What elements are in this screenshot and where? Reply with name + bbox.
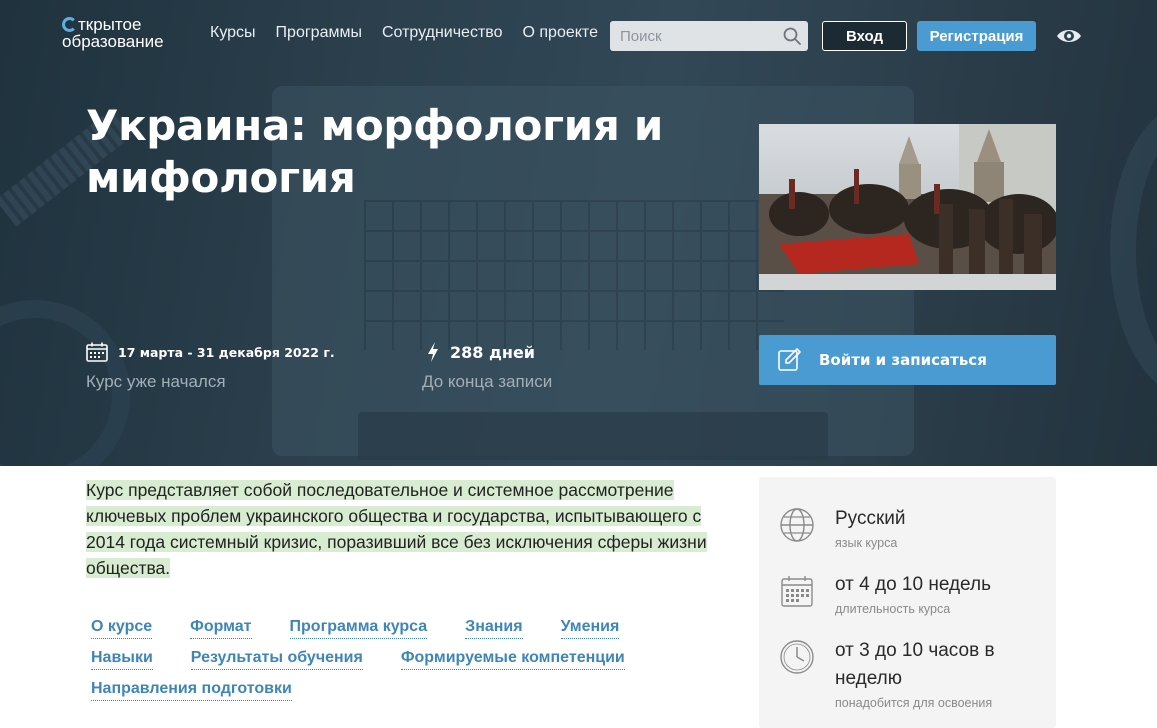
site-header: ткрытое образование Курсы Программы Сотр… <box>0 0 1157 70</box>
nav-cooperation[interactable]: Сотрудничество <box>382 24 503 42</box>
nav-courses[interactable]: Курсы <box>210 24 256 42</box>
effort-label: понадобится для освоения <box>835 696 993 710</box>
logo-line2: образование <box>62 32 164 51</box>
link-competencies[interactable]: Формируемые компетенции <box>400 649 625 670</box>
link-skills[interactable]: Навыки <box>91 649 153 670</box>
link-abilities[interactable]: Умения <box>560 618 620 639</box>
duration-value: от 4 до 10 недель <box>835 574 991 595</box>
days-left-value: 288 дней <box>450 342 536 362</box>
link-format[interactable]: Формат <box>190 618 252 639</box>
lightning-icon <box>428 342 438 362</box>
site-logo[interactable]: ткрытое образование <box>62 16 164 50</box>
course-description: Курс представляет собой последовательное… <box>86 477 736 581</box>
login-button[interactable]: Вход <box>822 21 907 51</box>
enroll-days-left: 288 дней <box>426 341 535 363</box>
search-icon[interactable] <box>782 26 802 46</box>
link-program[interactable]: Программа курса <box>289 618 428 639</box>
course-cover-image <box>759 124 1056 290</box>
link-about[interactable]: О курсе <box>91 618 153 639</box>
link-knowledge[interactable]: Знания <box>465 618 523 639</box>
effort-value: от 3 до 10 часов в неделю <box>835 640 995 689</box>
section-links: О курсе Формат Программа курса Знания Ум… <box>91 618 691 711</box>
course-status: Курс уже начался <box>86 372 226 391</box>
language-label: язык курса <box>835 536 898 550</box>
duration-label: длительность курса <box>835 602 951 616</box>
course-title: Украина: морфология и мифология <box>86 101 663 202</box>
nav-programs[interactable]: Программы <box>276 24 362 42</box>
globe-icon <box>780 508 814 542</box>
course-dates: 17 марта - 31 декабря 2022 г. <box>86 342 335 362</box>
calendar-icon <box>86 342 108 362</box>
edit-icon <box>778 348 801 371</box>
hero-banner: ткрытое образование Курсы Программы Сотр… <box>0 0 1157 466</box>
register-button[interactable]: Регистрация <box>917 21 1036 51</box>
logo-o-icon <box>62 17 77 32</box>
link-directions[interactable]: Направления подготовки <box>91 680 292 701</box>
language-value: Русский <box>835 508 906 529</box>
eye-icon[interactable] <box>1055 24 1083 48</box>
link-results[interactable]: Результаты обучения <box>190 649 363 670</box>
search-input[interactable] <box>610 21 770 51</box>
course-dates-text: 17 марта - 31 декабря 2022 г. <box>118 344 335 360</box>
clock-icon <box>780 640 814 674</box>
enroll-button[interactable]: Войти и записаться <box>759 335 1056 385</box>
search-box <box>610 21 808 51</box>
nav-about[interactable]: О проекте <box>523 24 598 42</box>
main-nav: Курсы Программы Сотрудничество О проекте <box>210 24 598 42</box>
calendar-icon <box>781 576 813 607</box>
course-description-text: Курс представляет собой последовательное… <box>86 480 707 578</box>
course-info-panel: Русский язык курса от 4 до 10 недель дли… <box>759 477 1056 728</box>
days-left-label: До конца записи <box>422 372 553 391</box>
enroll-button-label: Войти и записаться <box>819 351 987 369</box>
